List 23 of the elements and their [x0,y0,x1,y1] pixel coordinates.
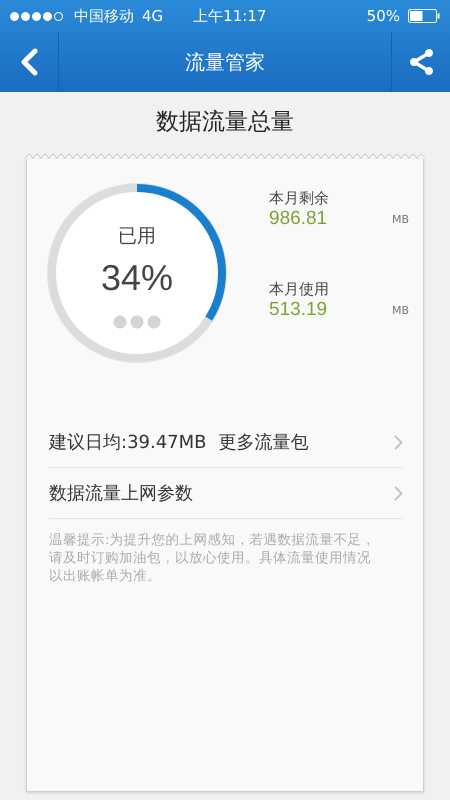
stat-label: 本月剩余 [269,189,330,208]
dots-icon [113,315,161,329]
page-title: 流量管家 [184,48,266,76]
used-label: 已用 [118,224,156,249]
carrier-name: 中国移动 [74,6,134,26]
stat-unit: MB [392,304,409,316]
clock: 上午11:17 [193,6,266,26]
row-label: 建议日均:39.47MB [49,431,206,454]
signal-icon [10,12,66,20]
network-type: 4G [142,7,164,25]
tip-text: 温馨提示:为提升您的上网感知，若遇数据流量不足，请及时订购加油包，以放心使用。具体流量使用情况以出账帐单为准。 [49,531,377,585]
share-icon [408,48,434,76]
stat-value: 986.81 [269,208,328,230]
stat-label: 本月使用 [269,280,330,299]
row-label: 数据流量上网参数 [49,482,193,505]
battery-percent: 50% [366,7,400,25]
section-heading: 数据流量总量 [155,108,295,137]
back-icon [20,48,38,76]
more-packages-link[interactable]: 更多流量包 [218,430,382,454]
stat-value: 513.19 [269,299,328,321]
used-percent: 34% [100,257,174,299]
stat-unit: MB [392,212,409,226]
battery-icon [408,9,440,23]
